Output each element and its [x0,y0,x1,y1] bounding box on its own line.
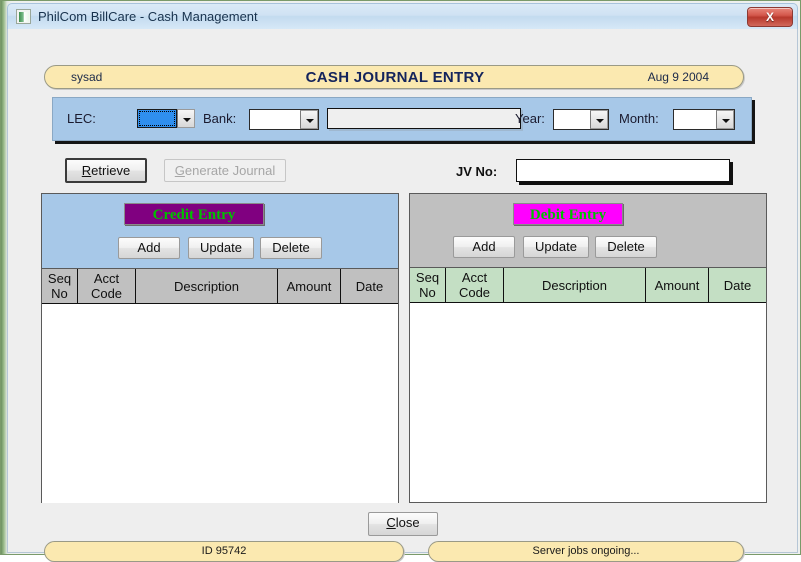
generate-rest: enerate Journal [184,163,276,178]
jv-no-input[interactable] [516,159,730,182]
debit-entry-grid[interactable]: Seq No Acct Code Description Amount Date [410,267,766,502]
credit-grid-header: Seq No Acct Code Description Amount Date [42,269,398,304]
filter-panel: LEC: Bank: Year: Month: [52,97,752,141]
column-header-date: Date [709,268,766,303]
chevron-down-icon[interactable] [716,110,734,129]
credit-entry-grid[interactable]: Seq No Acct Code Description Amount Date [42,268,398,503]
month-select[interactable] [673,109,735,130]
column-header-acct-code: Acct Code [446,268,504,303]
window-title: PhilCom BillCare - Cash Management [38,9,258,24]
generate-accel: G [174,163,185,178]
header-date: Aug 9 2004 [647,70,709,84]
debit-grid-body[interactable] [410,303,766,502]
jv-no-label: JV No: [456,164,498,179]
close-button[interactable]: Close [368,512,438,536]
column-header-seq-no: Seq No [42,269,78,304]
debit-entry-title: Debit Entry [513,203,623,225]
server-status-bar: Server jobs ongoing... [428,541,744,562]
column-header-acct-code: Acct Code [78,269,136,304]
credit-add-button[interactable]: Add [118,237,180,259]
retrieve-rest: etrieve [91,163,131,178]
credit-grid-body[interactable] [42,304,398,503]
year-label: Year: [515,111,545,126]
page-title: CASH JOURNAL ENTRY [305,69,485,86]
column-header-description: Description [504,268,646,303]
id-status-bar: ID 95742 [44,541,404,562]
column-header-amount: Amount [646,268,709,303]
retrieve-accel: R [81,163,92,178]
credit-update-button[interactable]: Update [188,237,254,259]
title-bar: PhilCom BillCare - Cash Management X [7,3,798,29]
debit-update-button[interactable]: Update [523,236,589,258]
column-header-date: Date [341,269,398,304]
generate-journal-button[interactable]: Generate Journal [164,159,286,182]
retrieve-button[interactable]: Retrieve [65,158,147,183]
id-text: ID 95742 [201,545,247,557]
lec-label: LEC: [67,111,96,126]
app-icon [16,9,31,24]
bank-select[interactable] [249,109,319,130]
close-accel: C [386,515,396,530]
status-text: Server jobs ongoing... [532,545,640,557]
application-window: PhilCom BillCare - Cash Management X sys… [0,0,801,562]
debit-delete-button[interactable]: Delete [595,236,657,258]
chevron-down-icon[interactable] [590,110,608,129]
header-banner: sysad CASH JOURNAL ENTRY Aug 9 2004 [44,65,744,89]
column-header-amount: Amount [278,269,341,304]
bank-name-field [327,108,521,129]
bank-label: Bank: [203,111,237,126]
lec-select[interactable] [137,109,195,130]
lec-selected-value[interactable] [137,109,177,128]
client-area: sysad CASH JOURNAL ENTRY Aug 9 2004 LEC:… [7,29,798,562]
chevron-down-icon[interactable] [177,109,195,128]
chevron-down-icon[interactable] [300,110,318,129]
credit-entry-panel: Credit Entry Add Update Delete Seq No Ac… [41,193,399,503]
window-close-button[interactable]: X [747,7,793,27]
credit-entry-title: Credit Entry [124,203,264,225]
year-select[interactable] [553,109,609,130]
debit-grid-header: Seq No Acct Code Description Amount Date [410,268,766,303]
debit-entry-panel: Debit Entry Add Update Delete Seq No Acc… [409,193,767,503]
credit-delete-button[interactable]: Delete [260,237,322,259]
close-rest: lose [395,515,420,530]
month-label: Month: [619,111,659,126]
column-header-description: Description [136,269,278,304]
column-header-seq-no: Seq No [410,268,446,303]
debit-add-button[interactable]: Add [453,236,515,258]
